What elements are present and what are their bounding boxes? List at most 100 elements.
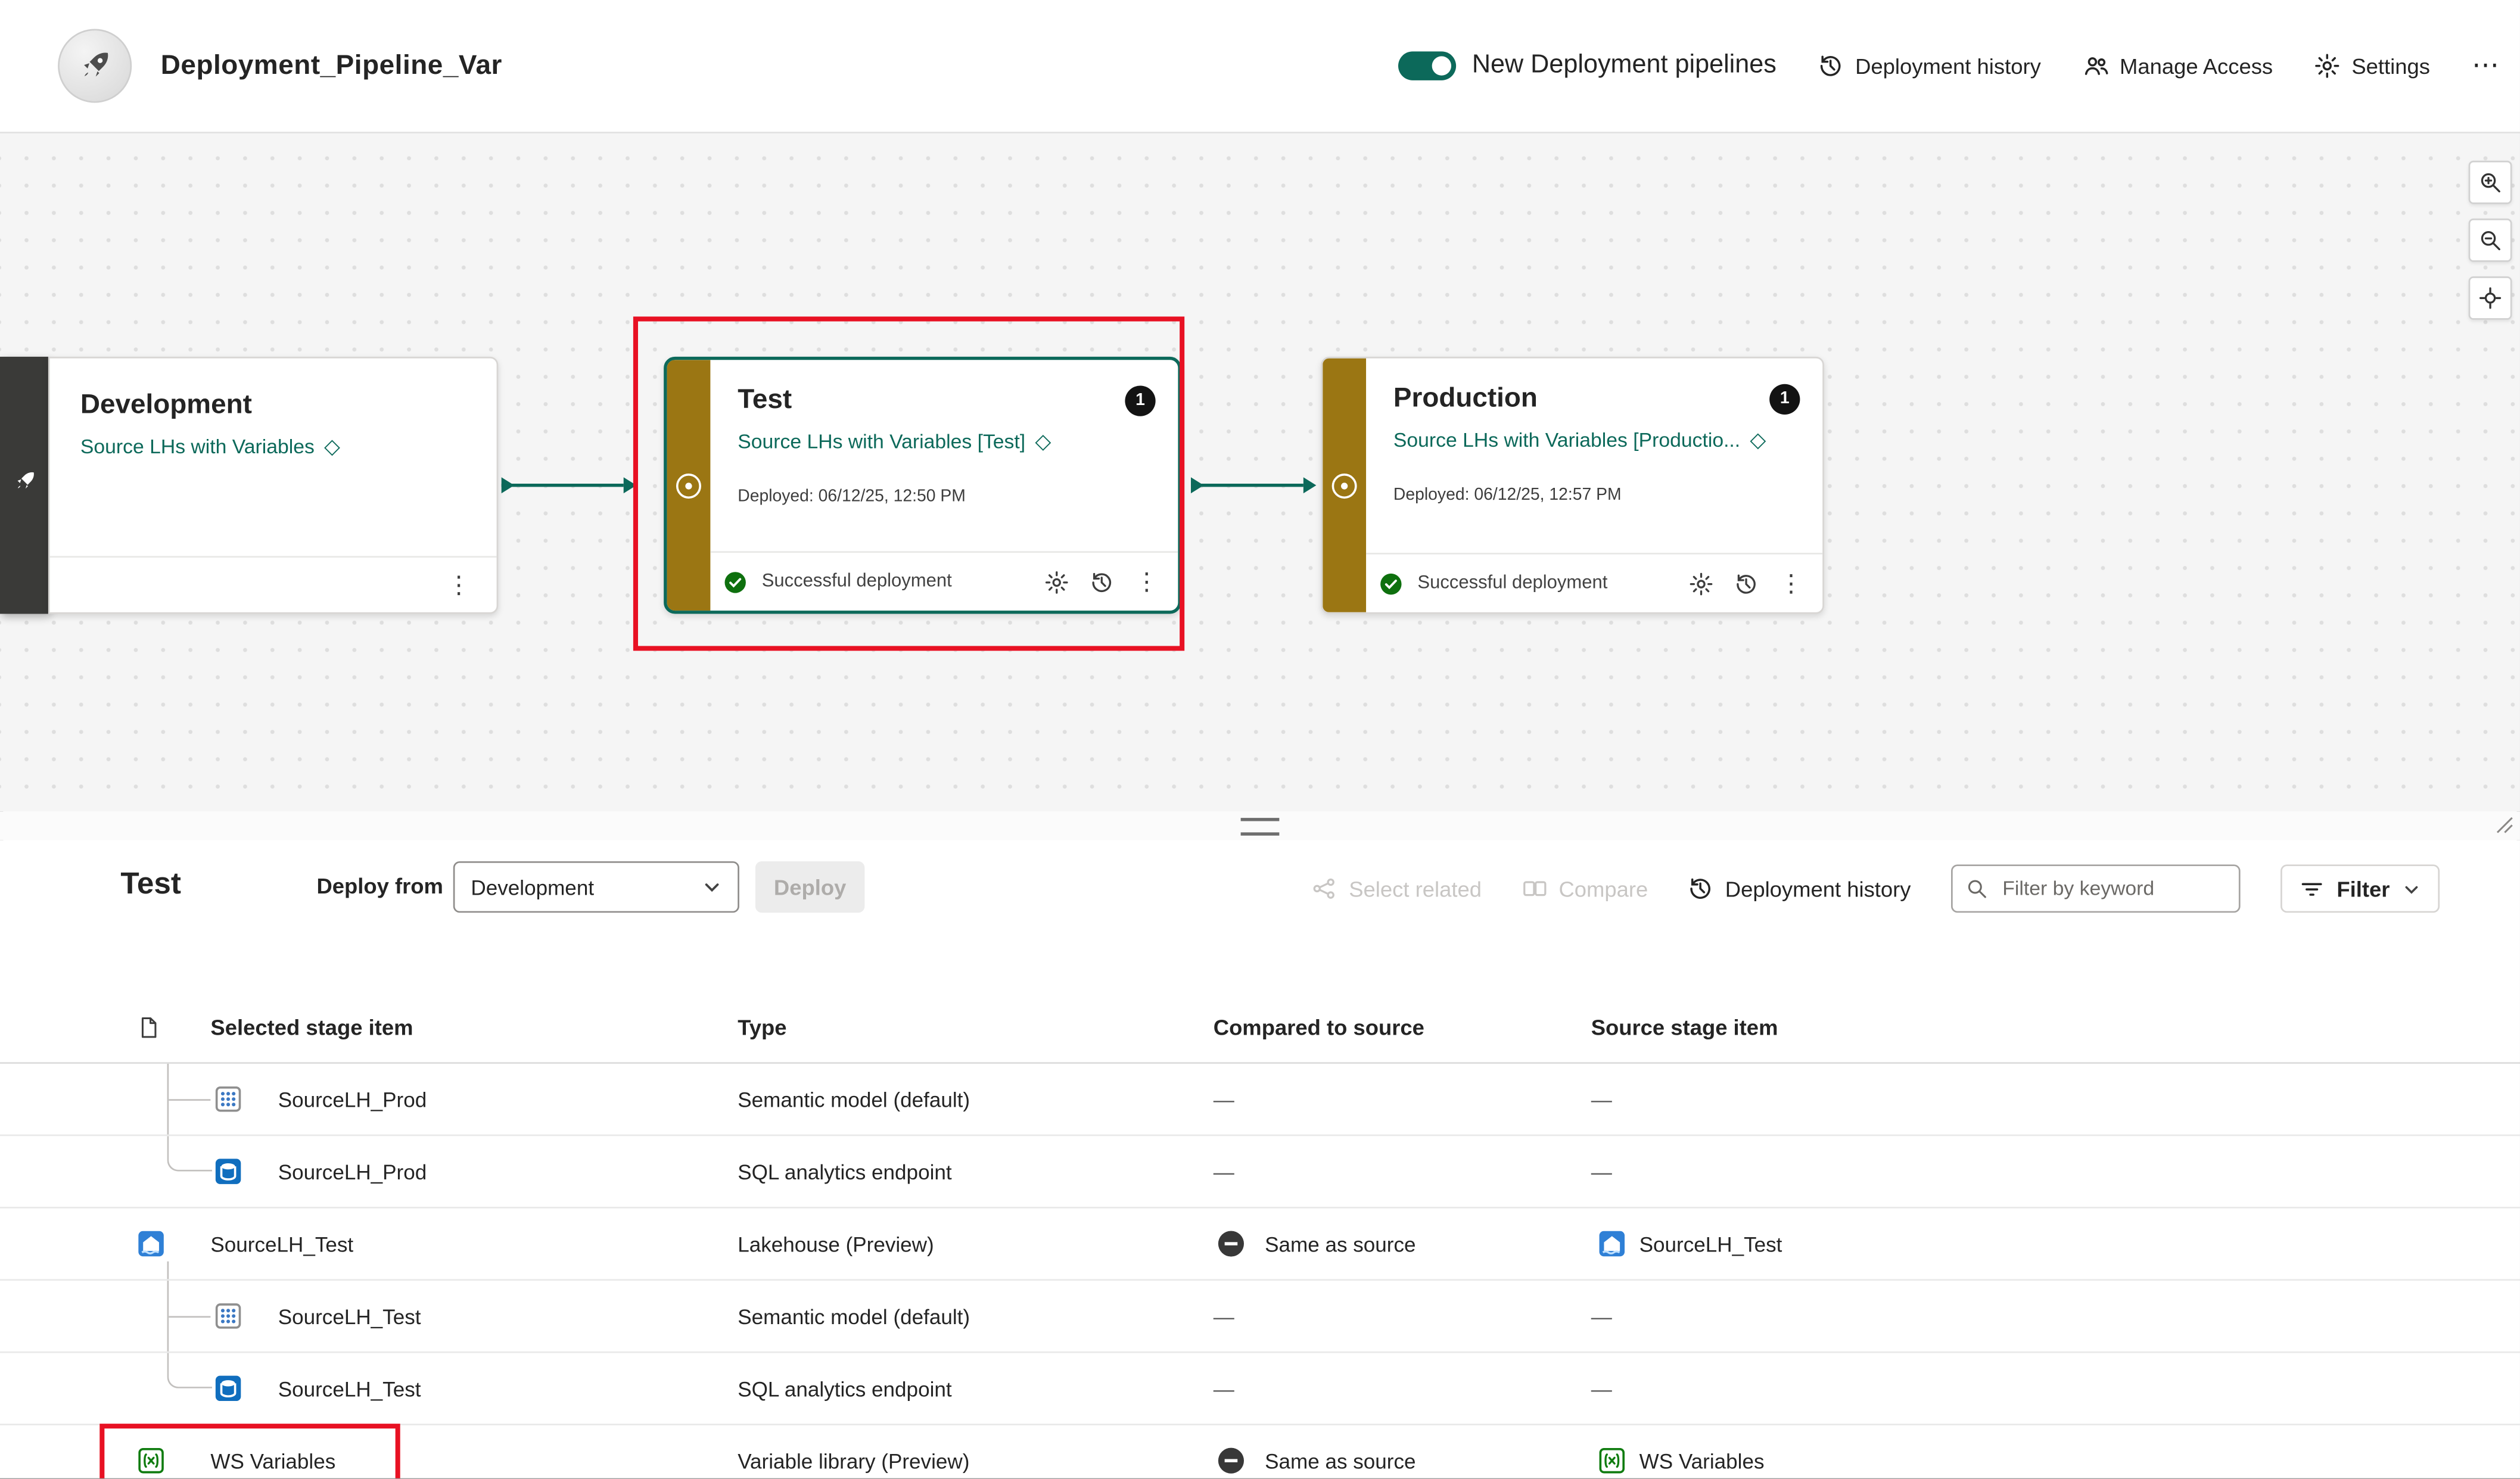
deploy-button[interactable]: Deploy [755, 861, 864, 913]
source-stage-item-value: — [1591, 1087, 2520, 1111]
table-header-row: Selected stage item Type Compared to sou… [0, 993, 2520, 1064]
settings-label: Settings [2351, 54, 2430, 77]
deployment-rules-button[interactable] [1686, 568, 1716, 599]
fit-to-view-icon [2478, 286, 2502, 310]
panel-deployment-history-button[interactable]: Deployment history [1688, 876, 1911, 901]
filter-keyword-search[interactable] [1951, 864, 2241, 913]
stage-card-development[interactable]: Development Source LHs with Variables ◇ … [48, 357, 498, 614]
test-stage-strip [667, 360, 711, 611]
zoom-in-icon [2478, 170, 2502, 194]
compare-label: Compare [1558, 877, 1648, 901]
page-title: Deployment_Pipeline_Var [161, 50, 502, 82]
stage-history-button[interactable] [1731, 568, 1761, 599]
compare-icon [1522, 876, 1547, 901]
workspace-link[interactable]: Source LHs with Variables [Test] ◇ [738, 429, 1155, 454]
item-type: SQL analytics endpoint [738, 1377, 1214, 1400]
stage-card-test[interactable]: Test 1 Source LHs with Variables [Test] … [664, 357, 1181, 614]
gear-icon [2314, 53, 2340, 79]
deployment-status: Successful deployment [762, 572, 952, 591]
semantic-model-icon [214, 1085, 243, 1114]
development-stage-strip[interactable] [0, 357, 48, 614]
item-type: Lakehouse (Preview) [738, 1232, 1214, 1256]
column-compared-to-source[interactable]: Compared to source [1214, 1016, 1591, 1039]
toggle-switch[interactable] [1398, 51, 1456, 80]
stage-history-button[interactable] [1087, 566, 1117, 597]
compared-to-source-value: Same as source [1265, 1449, 1415, 1472]
workspace-link[interactable]: Source LHs with Variables [Productio... … [1393, 428, 1800, 453]
filter-keyword-input[interactable] [1999, 876, 2226, 901]
zoom-out-button[interactable] [2469, 219, 2512, 262]
deployment-status: Successful deployment [1417, 574, 1607, 593]
search-icon [1965, 877, 1988, 900]
history-icon [1818, 53, 1844, 79]
compared-to-source-value: Same as source [1265, 1232, 1415, 1256]
item-name: SourceLH_Test [278, 1304, 421, 1328]
table-row[interactable]: SourceLH_Test Lakehouse (Preview) Same a… [0, 1209, 2520, 1281]
ellipsis-icon: ⋯ [2472, 50, 2501, 82]
stage-items-table: Selected stage item Type Compared to sou… [0, 993, 2520, 1478]
vertical-ellipsis-icon: ⋮ [1779, 571, 1803, 595]
item-type: Semantic model (default) [738, 1304, 1214, 1328]
resize-corner-icon[interactable] [2496, 816, 2514, 834]
table-row-ws-variables[interactable]: WS Variables Variable library (Preview) … [0, 1425, 2520, 1478]
filter-button[interactable]: Filter [2281, 864, 2440, 913]
settings-button[interactable]: Settings [2314, 53, 2430, 79]
table-row[interactable]: SourceLH_Prod SQL analytics endpoint — — [0, 1136, 2520, 1208]
sql-endpoint-icon [214, 1157, 243, 1186]
panel-toolbar-right: Select related Compare Deployment histor… [1312, 863, 2440, 914]
stage-name: Development [80, 387, 497, 422]
panel-stage-title: Test [120, 868, 181, 903]
vertical-ellipsis-icon: ⋮ [1135, 569, 1159, 593]
deployment-rules-button[interactable] [1041, 566, 1072, 597]
table-row[interactable]: SourceLH_Prod Semantic model (default) —… [0, 1064, 2520, 1136]
workspace-link[interactable]: Source LHs with Variables ◇ [80, 434, 497, 459]
stage-more-button[interactable]: ⋮ [444, 569, 474, 600]
more-options-button[interactable]: ⋯ [2472, 50, 2501, 82]
stage-name: Production [1393, 381, 1538, 416]
chevron-down-icon [702, 877, 721, 896]
workspace-link-label: Source LHs with Variables [Productio... [1393, 429, 1740, 452]
splitter-grip-icon[interactable] [1241, 817, 1280, 835]
deploy-from-label: Deploy from [316, 874, 443, 898]
zoom-out-icon [2478, 228, 2502, 252]
compared-to-source-value: — [1214, 1159, 1591, 1183]
success-check-icon [723, 569, 747, 593]
manage-access-button[interactable]: Manage Access [2083, 53, 2273, 79]
zoom-in-button[interactable] [2469, 161, 2512, 204]
column-selected-stage-item[interactable]: Selected stage item [210, 1016, 738, 1039]
variable-library-icon [136, 1446, 166, 1475]
deploy-from-dropdown[interactable]: Development [453, 861, 739, 913]
stage-more-button[interactable]: ⋮ [1776, 568, 1806, 599]
panel-splitter[interactable] [0, 811, 2520, 840]
lakehouse-icon [1598, 1229, 1627, 1259]
top-header: Deployment_Pipeline_Var New Deployment p… [0, 0, 2520, 133]
item-type: SQL analytics endpoint [738, 1159, 1214, 1183]
toggle-label: New Deployment pipelines [1472, 51, 1777, 80]
item-type: Semantic model (default) [738, 1087, 1214, 1111]
same-as-source-icon [1218, 1231, 1244, 1256]
pipeline-canvas: Development Source LHs with Variables ◇ … [0, 132, 2520, 811]
stage-more-button[interactable]: ⋮ [1131, 566, 1162, 597]
history-icon [1734, 571, 1758, 595]
select-related-button[interactable]: Select related [1312, 876, 1482, 901]
deploy-from-value: Development [471, 875, 689, 899]
document-icon [136, 1016, 160, 1039]
table-row[interactable]: SourceLH_Test SQL analytics endpoint — — [0, 1353, 2520, 1425]
table-row[interactable]: SourceLH_Test Semantic model (default) —… [0, 1281, 2520, 1353]
panel-toolbar: Test Deploy from Development Deploy Sele… [0, 861, 2520, 919]
canvas-zoom-controls [2469, 161, 2512, 320]
fit-to-view-button[interactable] [2469, 276, 2512, 320]
compared-to-source-value: — [1214, 1087, 1591, 1111]
item-count-badge[interactable]: 1 [1125, 385, 1155, 415]
column-type[interactable]: Type [738, 1016, 1214, 1039]
deployment-history-button[interactable]: Deployment history [1818, 53, 2041, 79]
item-count-badge[interactable]: 1 [1769, 383, 1800, 413]
history-icon [1090, 569, 1113, 593]
deployed-timestamp: Deployed: 06/12/25, 12:57 PM [1393, 485, 1800, 505]
compared-to-source-value: — [1214, 1377, 1591, 1400]
column-source-stage-item[interactable]: Source stage item [1591, 1016, 2520, 1039]
compare-button[interactable]: Compare [1522, 876, 1648, 901]
item-name: SourceLH_Prod [278, 1087, 427, 1111]
stage-card-production[interactable]: Production 1 Source LHs with Variables [… [1321, 357, 1824, 614]
new-pipelines-toggle[interactable]: New Deployment pipelines [1398, 51, 1777, 80]
